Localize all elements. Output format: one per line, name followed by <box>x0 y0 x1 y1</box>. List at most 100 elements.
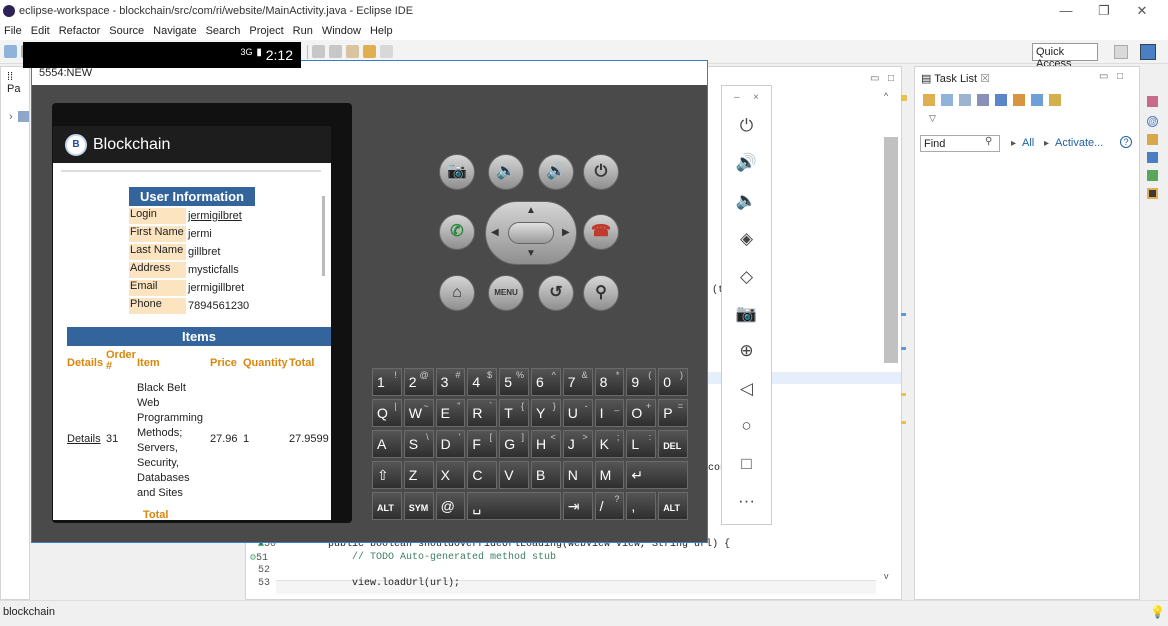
view-dropdown-icon[interactable]: ▽ <box>929 113 936 124</box>
schedule-icon[interactable] <box>959 94 971 106</box>
editor-minimize-icon[interactable]: ▭ <box>870 73 879 84</box>
menu-project[interactable]: Project <box>249 25 283 37</box>
call-button[interactable]: ✆ <box>439 214 475 250</box>
new-icon[interactable] <box>4 45 17 58</box>
key-2-2[interactable]: D ' <box>435 430 466 458</box>
menu-source[interactable]: Source <box>109 25 144 37</box>
key-2-6[interactable]: J > <box>562 430 593 458</box>
dpad-center-button[interactable] <box>508 222 554 244</box>
key-1-5[interactable]: Y} <box>531 399 561 427</box>
key-2-1[interactable]: S \ <box>403 430 434 458</box>
search-button[interactable]: ⚲ <box>583 275 619 311</box>
panel-minimize-icon[interactable]: ▭ <box>1099 71 1108 82</box>
close-button[interactable]: ✕ <box>1124 2 1160 20</box>
console-icon[interactable] <box>1147 170 1158 181</box>
key-4-3[interactable]: ␣ <box>467 492 561 520</box>
editor-scrollbar-thumb[interactable] <box>884 137 898 363</box>
menu-refactor[interactable]: Refactor <box>59 25 101 37</box>
power-button[interactable]: ⏻ <box>583 154 619 190</box>
back-icon[interactable]: ◁ <box>722 375 771 403</box>
menu-help[interactable]: Help <box>370 25 393 37</box>
key-0-4[interactable]: 5% <box>499 368 529 396</box>
key-4-4[interactable]: ⇥ <box>562 492 593 520</box>
key-1-8[interactable]: O + <box>626 399 657 427</box>
new-task-icon[interactable] <box>923 94 935 106</box>
task-list-tab[interactable]: ▤ Task List ☒ <box>921 72 990 85</box>
activate-link[interactable]: Activate... <box>1055 137 1103 149</box>
login-link[interactable]: jermigilbret <box>186 210 242 222</box>
back-button[interactable]: ↺ <box>538 275 574 311</box>
key-0-0[interactable]: 1! <box>372 368 402 396</box>
collapse-icon[interactable] <box>1031 94 1043 106</box>
categorize-icon[interactable] <box>941 94 953 106</box>
key-3-8[interactable]: ↵ <box>626 461 688 489</box>
view-menu-icon[interactable] <box>1049 94 1061 106</box>
scroll-up-icon[interactable]: ^ <box>884 91 888 101</box>
key-0-3[interactable]: 4 $ <box>467 368 498 396</box>
java-perspective-icon[interactable] <box>1140 44 1156 60</box>
back-icon[interactable] <box>363 45 376 58</box>
key-3-6[interactable]: N <box>562 461 593 489</box>
panel-maximize-icon[interactable]: □ <box>1117 71 1123 82</box>
help-icon[interactable]: ? <box>1120 136 1132 148</box>
key-1-9[interactable]: P = <box>658 399 688 427</box>
logcat-icon[interactable] <box>1147 188 1158 199</box>
key-2-3[interactable]: F[ <box>467 430 498 458</box>
dpad-right-icon[interactable]: ▶ <box>562 227 570 238</box>
tree-expand-icon[interactable]: › <box>9 111 13 123</box>
menu-search[interactable]: Search <box>206 25 241 37</box>
key-2-0[interactable]: A <box>372 430 402 458</box>
key-1-6[interactable]: U- <box>562 399 593 427</box>
minimize-icon[interactable]: – <box>734 92 740 103</box>
key-3-3[interactable]: C <box>467 461 498 489</box>
key-1-2[interactable]: E " <box>435 399 466 427</box>
key-0-8[interactable]: 9( <box>626 368 657 396</box>
key-3-4[interactable]: V <box>499 461 529 489</box>
key-2-9[interactable]: DEL <box>658 430 688 458</box>
next-annotation-icon[interactable] <box>312 45 325 58</box>
quick-access-field[interactable]: Quick Access <box>1032 43 1098 70</box>
key-3-1[interactable]: Z <box>403 461 434 489</box>
open-perspective-icon[interactable] <box>1114 45 1128 59</box>
screenshot-icon[interactable]: 📷 <box>722 300 771 328</box>
declaration-icon[interactable] <box>1147 152 1158 163</box>
key-0-7[interactable]: 8 * <box>594 368 625 396</box>
restore-button[interactable]: ❐ <box>1086 2 1122 20</box>
forward-icon[interactable] <box>380 45 393 58</box>
key-2-7[interactable]: K; <box>594 430 625 458</box>
menu-edit[interactable]: Edit <box>31 25 50 37</box>
volume-down-button[interactable]: 🔉 <box>488 154 524 190</box>
home-icon[interactable]: ○ <box>722 412 771 440</box>
menu-navigate[interactable]: Navigate <box>153 25 196 37</box>
menu-window[interactable]: Window <box>322 25 361 37</box>
key-4-1[interactable]: SYM <box>403 492 434 520</box>
key-1-4[interactable]: T{ <box>499 399 529 427</box>
tip-icon[interactable]: 💡 <box>1150 605 1165 619</box>
project-icon[interactable] <box>18 111 29 122</box>
rotate-right-icon[interactable]: ◇ <box>722 263 771 291</box>
minimize-button[interactable]: — <box>1048 2 1084 20</box>
editor-maximize-icon[interactable]: □ <box>888 73 894 84</box>
dpad-up-icon[interactable]: ▲ <box>526 205 536 216</box>
package-explorer-tab[interactable]: ⁞⁞ Pa <box>7 71 29 95</box>
key-0-1[interactable]: 2 @ <box>403 368 434 396</box>
key-2-8[interactable]: L: <box>626 430 657 458</box>
dpad-left-icon[interactable]: ◀ <box>491 227 499 238</box>
key-2-4[interactable]: G] <box>499 430 529 458</box>
key-1-1[interactable]: W ~ <box>403 399 434 427</box>
prev-annotation-icon[interactable] <box>329 45 342 58</box>
overview-icon[interactable]: □ <box>722 450 771 478</box>
at-icon[interactable]: @ <box>1147 116 1158 127</box>
key-4-0[interactable]: ALT <box>372 492 402 520</box>
menu-file[interactable]: File <box>4 25 22 37</box>
power-icon[interactable]: ⏻ <box>722 112 771 140</box>
key-1-0[interactable]: Q | <box>372 399 402 427</box>
menu-button[interactable]: MENU <box>488 275 524 311</box>
key-1-7[interactable]: I _ <box>594 399 625 427</box>
last-edit-icon[interactable] <box>346 45 359 58</box>
outline-icon[interactable] <box>1147 96 1158 107</box>
camera-button[interactable]: 📷 <box>439 154 475 190</box>
scroll-down-icon[interactable]: v <box>884 571 889 581</box>
volume-up-icon[interactable]: 🔊 <box>722 149 771 177</box>
menu-run[interactable]: Run <box>293 25 313 37</box>
